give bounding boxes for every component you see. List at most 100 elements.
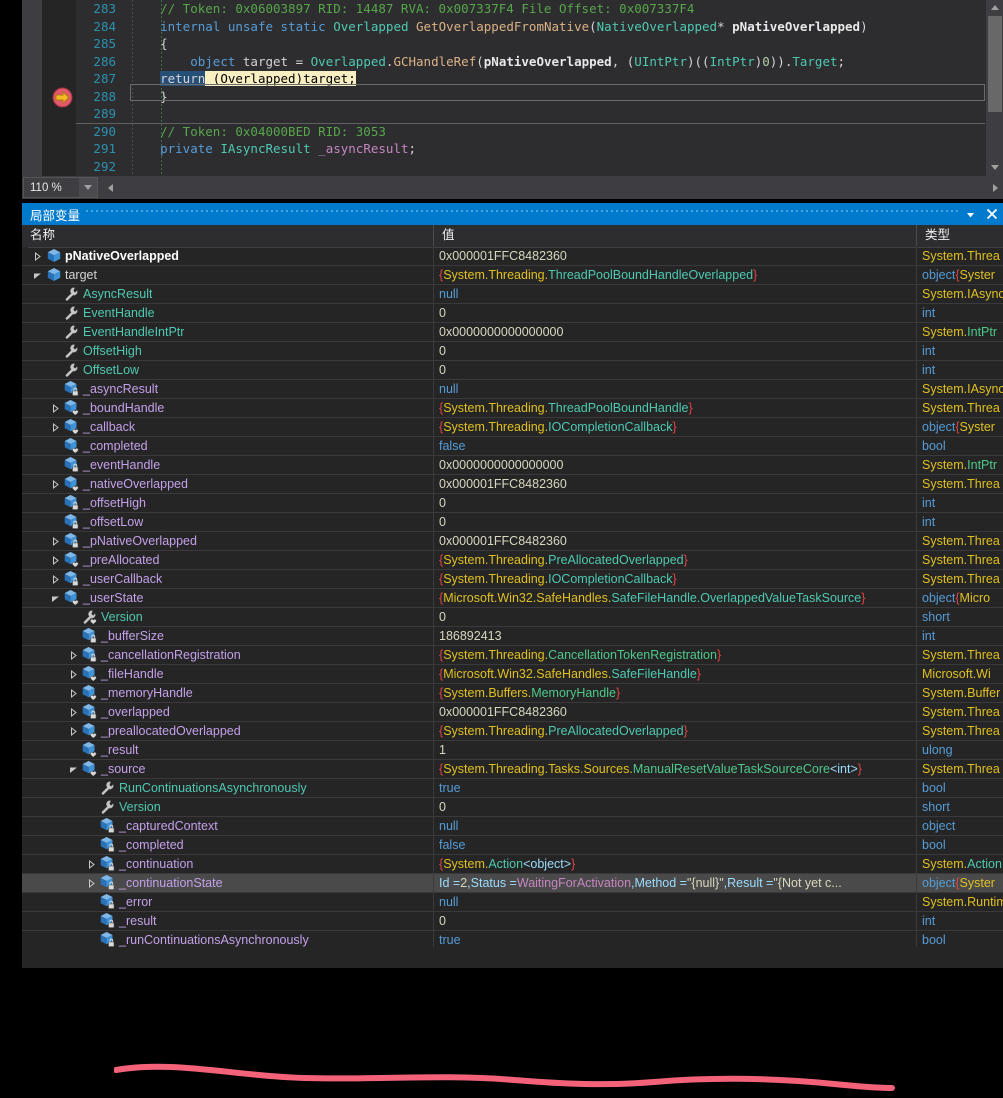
variable-name-cell[interactable]: _userCallback [22,570,434,588]
table-row[interactable]: AsyncResultnullSystem.IAsync [22,285,1003,304]
variable-value-cell[interactable]: {System.Threading.PreAllocatedOverlapped… [434,722,917,740]
table-row[interactable]: _nativeOverlapped0x000001FFC8482360Syste… [22,475,1003,494]
variable-name-cell[interactable]: _boundHandle [22,399,434,417]
table-row[interactable]: _continuationStateId = 2, Status = Waiti… [22,874,1003,893]
expander-collapsed-icon[interactable] [66,646,80,664]
code-line[interactable]: 285 { [22,35,1003,53]
variable-value-cell[interactable]: {System.Threading.ThreadPoolBoundHandle} [434,399,917,417]
column-header-value[interactable]: 值 [434,225,917,246]
variable-name-cell[interactable]: _offsetLow [22,513,434,531]
variable-value-cell[interactable]: null [434,817,917,835]
variable-name-cell[interactable]: _pNativeOverlapped [22,532,434,550]
variable-value-cell[interactable]: Id = 2, Status = WaitingForActivation, M… [434,874,917,892]
expander-collapsed-icon[interactable] [84,855,98,873]
variable-value-cell[interactable]: {System.Action<object>} [434,855,917,873]
variable-name-cell[interactable]: _completed [22,836,434,854]
variable-name-cell[interactable]: EventHandle [22,304,434,322]
hscrollbar-track[interactable] [118,179,988,196]
variable-name-cell[interactable]: _callback [22,418,434,436]
variable-value-cell[interactable]: true [434,931,917,947]
variable-value-cell[interactable]: false [434,437,917,455]
variable-name-cell[interactable]: _preallocatedOverlapped [22,722,434,740]
table-row[interactable]: _continuation{System.Action<object>}Syst… [22,855,1003,874]
table-row[interactable]: _completedfalsebool [22,437,1003,456]
editor-horizontal-scrollbar[interactable] [103,179,1003,196]
variable-name-cell[interactable]: pNativeOverlapped [22,247,434,265]
table-row[interactable]: _result0int [22,912,1003,931]
table-row[interactable]: OffsetLow0int [22,361,1003,380]
expander-collapsed-icon[interactable] [84,874,98,892]
table-row[interactable]: _userCallback{System.Threading.IOComplet… [22,570,1003,589]
variable-value-cell[interactable]: 0 [434,361,917,379]
code-line[interactable]: 290 // Token: 0x04000BED RID: 3053 [22,123,1003,141]
variable-name-cell[interactable]: _continuationState [22,874,434,892]
variable-value-cell[interactable]: {System.Threading.PreAllocatedOverlapped… [434,551,917,569]
variable-value-cell[interactable]: {System.Buffers.MemoryHandle} [434,684,917,702]
table-row[interactable]: EventHandle0int [22,304,1003,323]
table-row[interactable]: _memoryHandle{System.Buffers.MemoryHandl… [22,684,1003,703]
zoom-level-combobox[interactable]: 110 % [23,177,98,198]
variable-value-cell[interactable]: 0x0000000000000000 [434,456,917,474]
variable-value-cell[interactable]: false [434,836,917,854]
scroll-up-button[interactable] [988,0,1002,15]
variable-value-cell[interactable]: {Microsoft.Win32.SafeHandles.SafeFileHan… [434,665,917,683]
table-row[interactable]: _cancellationRegistration{System.Threadi… [22,646,1003,665]
current-statement-arrow-icon[interactable] [52,87,73,108]
variable-name-cell[interactable]: _result [22,912,434,930]
variable-value-cell[interactable]: 0 [434,494,917,512]
variable-value-cell[interactable]: 0 [434,608,917,626]
variable-value-cell[interactable]: {System.Threading.IOCompletionCallback} [434,570,917,588]
variable-name-cell[interactable]: _capturedContext [22,817,434,835]
table-row[interactable]: target{System.Threading.ThreadPoolBoundH… [22,266,1003,285]
variable-value-cell[interactable]: {System.Threading.Tasks.Sources.ManualRe… [434,760,917,778]
variable-value-cell[interactable]: null [434,285,917,303]
variable-name-cell[interactable]: _memoryHandle [22,684,434,702]
variable-name-cell[interactable]: _preAllocated [22,551,434,569]
code-line[interactable]: 284 internal unsafe static Overlapped Ge… [22,18,1003,36]
expander-collapsed-icon[interactable] [66,703,80,721]
variable-value-cell[interactable]: null [434,380,917,398]
table-row[interactable]: Version0short [22,608,1003,627]
variable-value-cell[interactable]: 0 [434,798,917,816]
variable-value-cell[interactable]: {System.Threading.IOCompletionCallback} [434,418,917,436]
variable-value-cell[interactable]: true [434,779,917,797]
variable-name-cell[interactable]: _source [22,760,434,778]
code-line[interactable]: 286 object target = Overlapped.GCHandleR… [22,53,1003,71]
variable-name-cell[interactable]: _completed [22,437,434,455]
table-row[interactable]: _userState{Microsoft.Win32.SafeHandles.S… [22,589,1003,608]
variable-name-cell[interactable]: Version [22,608,434,626]
variable-value-cell[interactable]: {System.Threading.CancellationTokenRegis… [434,646,917,664]
variable-name-cell[interactable]: OffsetLow [22,361,434,379]
table-row[interactable]: _preAllocated{System.Threading.PreAlloca… [22,551,1003,570]
expander-collapsed-icon[interactable] [66,722,80,740]
table-row[interactable]: _pNativeOverlapped0x000001FFC8482360Syst… [22,532,1003,551]
expander-expanded-icon[interactable] [66,760,80,778]
table-row[interactable]: _eventHandle0x0000000000000000System.Int… [22,456,1003,475]
expander-collapsed-icon[interactable] [48,532,62,550]
table-row[interactable]: _bufferSize186892413int [22,627,1003,646]
variable-name-cell[interactable]: OffsetHigh [22,342,434,360]
variable-name-cell[interactable]: _result [22,741,434,759]
table-row[interactable]: _runContinuationsAsynchronouslytruebool [22,931,1003,947]
scroll-left-button[interactable] [103,179,118,196]
table-row[interactable]: OffsetHigh0int [22,342,1003,361]
table-row[interactable]: _offsetHigh0int [22,494,1003,513]
variable-value-cell[interactable]: {System.Threading.ThreadPoolBoundHandleO… [434,266,917,284]
variable-name-cell[interactable]: _userState [22,589,434,607]
table-row[interactable]: _preallocatedOverlapped{System.Threading… [22,722,1003,741]
variable-value-cell[interactable]: 0x000001FFC8482360 [434,532,917,550]
table-row[interactable]: _fileHandle{Microsoft.Win32.SafeHandles.… [22,665,1003,684]
table-row[interactable]: EventHandleIntPtr0x0000000000000000Syste… [22,323,1003,342]
variable-value-cell[interactable]: 0 [434,513,917,531]
table-row[interactable]: _source{System.Threading.Tasks.Sources.M… [22,760,1003,779]
variable-name-cell[interactable]: _nativeOverlapped [22,475,434,493]
table-row[interactable]: pNativeOverlapped0x000001FFC8482360Syste… [22,247,1003,266]
variable-value-cell[interactable]: null [434,893,917,911]
scroll-right-button[interactable] [988,179,1003,196]
variable-name-cell[interactable]: RunContinuationsAsynchronously [22,779,434,797]
variable-value-cell[interactable]: {Microsoft.Win32.SafeHandles.SafeFileHan… [434,589,917,607]
code-line[interactable]: 292 [22,158,1003,176]
expander-collapsed-icon[interactable] [66,684,80,702]
variable-name-cell[interactable]: _asyncResult [22,380,434,398]
close-icon[interactable] [981,203,1003,225]
